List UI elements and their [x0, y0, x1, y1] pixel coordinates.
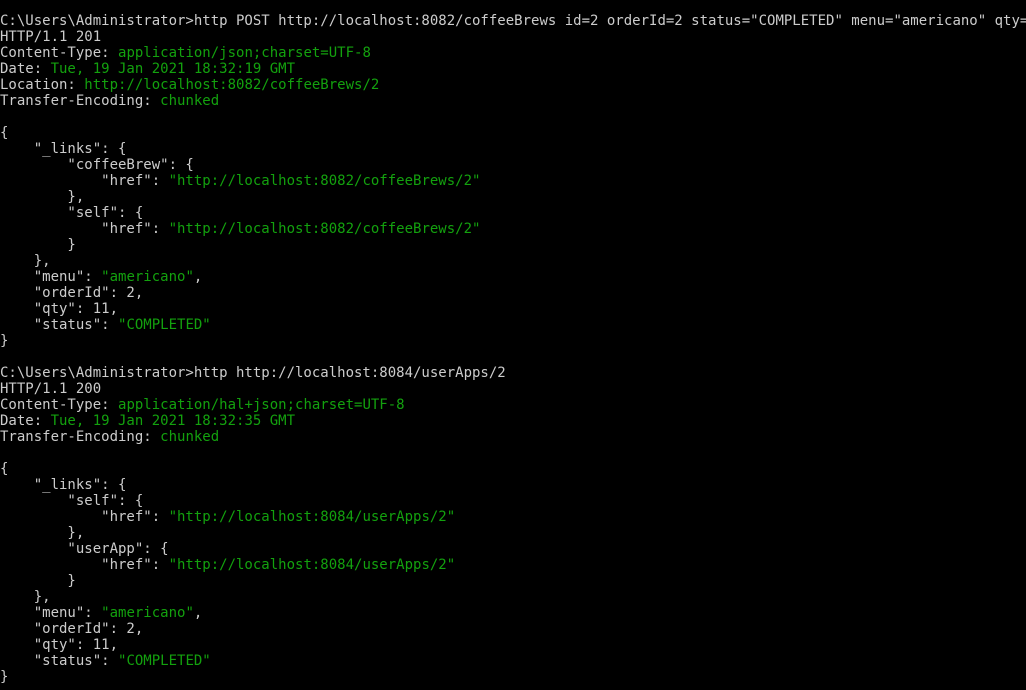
terminal-text: "status":	[0, 317, 119, 333]
terminal-text: "href":	[0, 509, 169, 525]
terminal-line: }	[0, 573, 1026, 589]
terminal-value-text: "http://localhost:8084/userApps/2"	[168, 509, 456, 525]
terminal-line: Transfer-Encoding: chunked	[0, 93, 1026, 109]
terminal-output[interactable]: C:\Users\Administrator>http POST http://…	[0, 13, 1026, 690]
terminal-line: HTTP/1.1 200	[0, 381, 1026, 397]
terminal-value-text: application/json;charset=UTF-8	[118, 45, 371, 61]
terminal-text: "href":	[0, 173, 169, 189]
terminal-line: C:\Users\Administrator>http http://local…	[0, 365, 1026, 381]
terminal-line: {	[0, 461, 1026, 477]
terminal-text: "coffeeBrew": {	[0, 157, 194, 173]
terminal-text: {	[0, 125, 9, 141]
terminal-text: "qty": 11,	[0, 637, 119, 653]
terminal-text: "href":	[0, 557, 169, 573]
terminal-text: "_links": {	[0, 477, 127, 493]
terminal-line: "status": "COMPLETED"	[0, 653, 1026, 669]
terminal-value-text: chunked	[160, 429, 220, 445]
terminal-text: Content-Type:	[0, 397, 119, 413]
terminal-line: "self": {	[0, 493, 1026, 509]
terminal-line: "orderId": 2,	[0, 621, 1026, 637]
terminal-text: Transfer-Encoding:	[0, 93, 161, 109]
terminal-text: HTTP/1.1 201	[0, 29, 102, 45]
terminal-text: }	[0, 237, 76, 253]
terminal-line: {	[0, 125, 1026, 141]
terminal-line: "href": "http://localhost:8082/coffeeBre…	[0, 173, 1026, 189]
terminal-text: "orderId": 2,	[0, 621, 144, 637]
terminal-text: Date:	[0, 61, 51, 77]
terminal-text: "self": {	[0, 205, 144, 221]
terminal-line: "coffeeBrew": {	[0, 157, 1026, 173]
terminal-text: "orderId": 2,	[0, 285, 144, 301]
terminal-text: "self": {	[0, 493, 144, 509]
terminal-line: "menu": "americano",	[0, 605, 1026, 621]
terminal-value-text: Tue, 19 Jan 2021 18:32:19 GMT	[50, 61, 296, 77]
terminal-value-text: "COMPLETED"	[118, 653, 211, 669]
terminal-line: "userApp": {	[0, 541, 1026, 557]
terminal-line: }	[0, 669, 1026, 685]
terminal-text: ,	[193, 269, 203, 285]
terminal-text: }	[0, 573, 76, 589]
terminal-text: HTTP/1.1 200	[0, 381, 102, 397]
terminal-line: Location: http://localhost:8082/coffeeBr…	[0, 77, 1026, 93]
terminal-line: C:\Users\Administrator>http POST http://…	[0, 13, 1026, 29]
terminal-line: "self": {	[0, 205, 1026, 221]
terminal-text: Date:	[0, 413, 51, 429]
terminal-line: Transfer-Encoding: chunked	[0, 429, 1026, 445]
terminal-line: },	[0, 589, 1026, 605]
terminal-text: "_links": {	[0, 141, 127, 157]
terminal-line: "_links": {	[0, 477, 1026, 493]
terminal-line: HTTP/1.1 201	[0, 29, 1026, 45]
terminal-value-text: application/hal+json;charset=UTF-8	[118, 397, 405, 413]
terminal-text: "menu":	[0, 605, 102, 621]
terminal-text: },	[0, 189, 85, 205]
terminal-line: },	[0, 525, 1026, 541]
terminal-text: Transfer-Encoding:	[0, 429, 161, 445]
terminal-value-text: "http://localhost:8082/coffeeBrews/2"	[168, 221, 481, 237]
terminal-line: "menu": "americano",	[0, 269, 1026, 285]
terminal-value-text: "COMPLETED"	[118, 317, 211, 333]
terminal-line: },	[0, 189, 1026, 205]
terminal-text: },	[0, 589, 51, 605]
terminal-text: Location:	[0, 77, 85, 93]
terminal-value-text: http://localhost:8082/coffeeBrews/2	[84, 77, 380, 93]
terminal-line: }	[0, 237, 1026, 253]
terminal-line: "href": "http://localhost:8082/coffeeBre…	[0, 221, 1026, 237]
terminal-line: Content-Type: application/json;charset=U…	[0, 45, 1026, 61]
terminal-text: C:\Users\Administrator>http http://local…	[0, 365, 506, 381]
terminal-line: }	[0, 333, 1026, 349]
terminal-text: C:\Users\Administrator>http POST http://…	[0, 13, 1026, 29]
terminal-line: "href": "http://localhost:8084/userApps/…	[0, 509, 1026, 525]
terminal-text: "userApp": {	[0, 541, 169, 557]
terminal-value-text: chunked	[160, 93, 220, 109]
terminal-text: "status":	[0, 653, 119, 669]
terminal-text: }	[0, 333, 9, 349]
terminal-text: ,	[193, 605, 203, 621]
terminal-text: {	[0, 461, 9, 477]
terminal-text: Content-Type:	[0, 45, 119, 61]
terminal-value-text: "http://localhost:8084/userApps/2"	[168, 557, 456, 573]
terminal-value-text: "americano"	[101, 269, 194, 285]
terminal-text: }	[0, 669, 9, 685]
terminal-value-text: "americano"	[101, 605, 194, 621]
terminal-line: Content-Type: application/hal+json;chars…	[0, 397, 1026, 413]
terminal-text: "qty": 11,	[0, 301, 119, 317]
terminal-line: "status": "COMPLETED"	[0, 317, 1026, 333]
terminal-line: "qty": 11,	[0, 637, 1026, 653]
terminal-value-text: "http://localhost:8082/coffeeBrews/2"	[168, 173, 481, 189]
terminal-line: "_links": {	[0, 141, 1026, 157]
terminal-text: },	[0, 253, 51, 269]
terminal-line: "href": "http://localhost:8084/userApps/…	[0, 557, 1026, 573]
terminal-line: "qty": 11,	[0, 301, 1026, 317]
terminal-line: Date: Tue, 19 Jan 2021 18:32:35 GMT	[0, 413, 1026, 429]
terminal-text: "menu":	[0, 269, 102, 285]
terminal-value-text: Tue, 19 Jan 2021 18:32:35 GMT	[50, 413, 296, 429]
terminal-line: "orderId": 2,	[0, 285, 1026, 301]
terminal-text: },	[0, 525, 85, 541]
terminal-text: "href":	[0, 221, 169, 237]
terminal-line: Date: Tue, 19 Jan 2021 18:32:19 GMT	[0, 61, 1026, 77]
terminal-line: },	[0, 253, 1026, 269]
